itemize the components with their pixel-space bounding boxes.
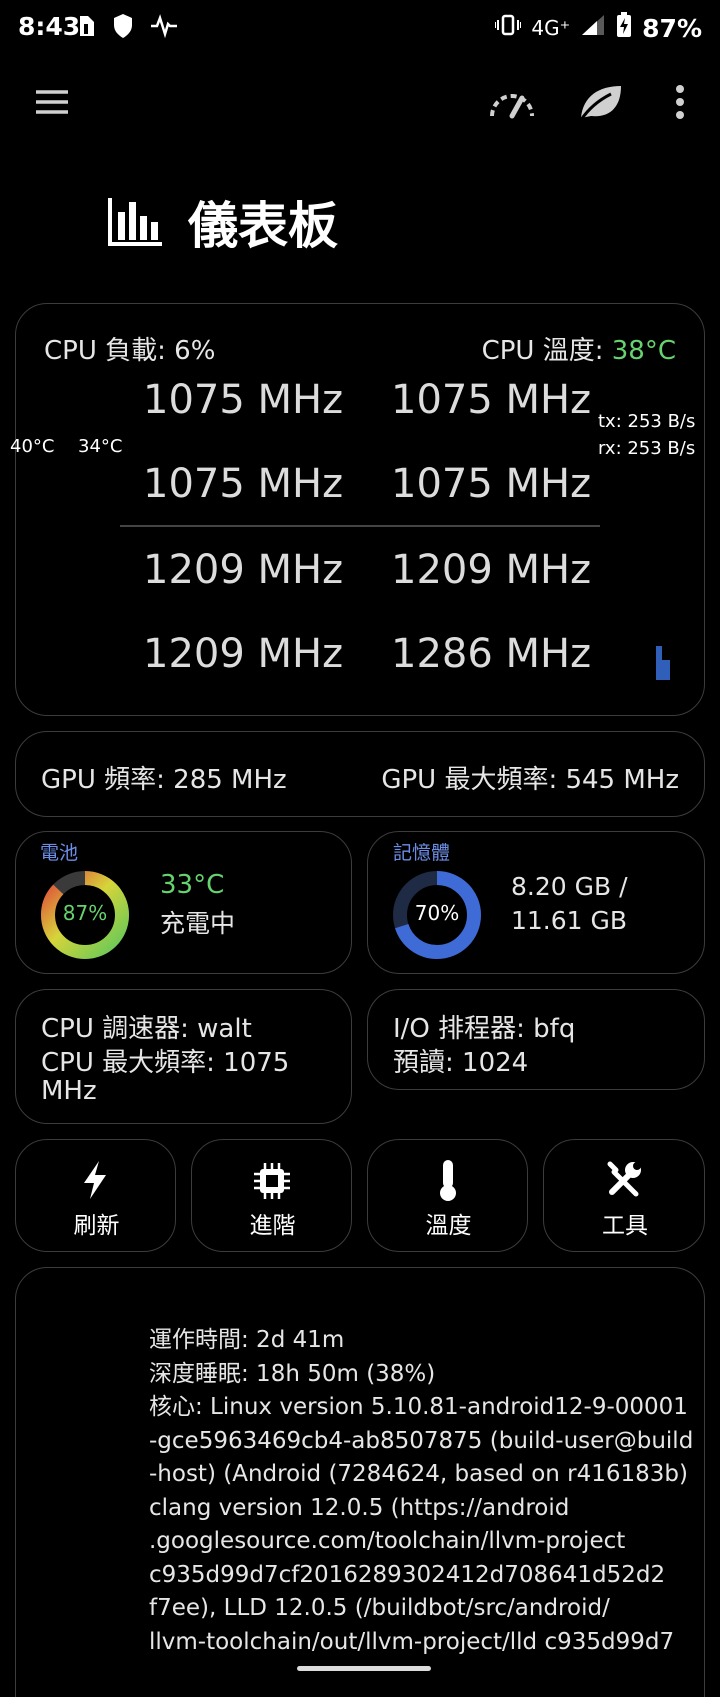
gpu-max-freq: GPU 最大頻率: 545 MHz: [381, 765, 679, 795]
vibrate-icon: [494, 14, 523, 42]
signal-icon: [580, 13, 606, 43]
cluster-divider: [120, 525, 600, 527]
cpu-load-value: 6%: [174, 336, 216, 366]
chip-icon: [253, 1162, 291, 1204]
uptime: 運作時間: 2d 41m: [149, 1327, 345, 1353]
battery-ring: 87%: [40, 870, 130, 960]
cpu-temp: CPU 溫度: 38°C: [482, 330, 676, 367]
gpu-card: GPU 頻率: 285 MHz GPU 最大頻率: 545 MHz: [15, 731, 705, 817]
cpu-load: CPU 負載: 6%: [44, 330, 215, 367]
core-freq: 1209 MHz: [143, 547, 344, 593]
core-freq: 1075 MHz: [143, 377, 344, 423]
kernel-version: -gce5963469cb4-ab8507875 (build-user@bui…: [149, 1427, 694, 1454]
dashboard-icon: [108, 196, 164, 250]
cpu-temp-value: 38°C: [611, 336, 676, 366]
read-ahead: 預讀: 1024: [393, 1048, 529, 1078]
memory-ring: 70%: [392, 870, 482, 960]
network-graph-bars: [656, 646, 672, 684]
advanced-button[interactable]: 進階: [191, 1139, 352, 1252]
activity-icon: [150, 14, 178, 42]
battery-card-title: 電池: [40, 842, 79, 864]
tools-label: 工具: [602, 1213, 648, 1239]
advanced-label: 進階: [249, 1213, 296, 1239]
io-scheduler: I/O 排程器: bfq: [393, 1014, 576, 1044]
memory-used: 8.20 GB /: [511, 872, 628, 901]
memory-percent-label: 70%: [414, 901, 460, 925]
core-freq: 1286 MHz: [391, 631, 592, 677]
core-freq: 1209 MHz: [143, 631, 344, 677]
gesture-nav-handle[interactable]: [297, 1666, 431, 1671]
shield-icon: [112, 13, 134, 43]
deep-sleep: 深度睡眠: 18h 50m (38%): [149, 1360, 436, 1387]
tools-button[interactable]: 工具: [543, 1139, 705, 1252]
memory-card[interactable]: 記憶體 70% 8.20 GB / 11.61 GB: [367, 831, 705, 974]
page-title: 儀表板: [188, 197, 338, 255]
thermometer-icon: [436, 1158, 460, 1206]
cpu-load-label: CPU 負載:: [44, 336, 175, 366]
refresh-label: 刷新: [73, 1213, 120, 1239]
refresh-button[interactable]: 刷新: [15, 1139, 176, 1252]
cpu-temp-label: CPU 溫度:: [481, 336, 612, 366]
temp-reading: 34°C: [78, 436, 123, 457]
kernel-version: f7ee), LLD 12.0.5 (/buildbot/src/android…: [149, 1595, 610, 1621]
core-freq: 1075 MHz: [391, 461, 592, 507]
core-freq: 1075 MHz: [143, 461, 344, 507]
net-rx: rx: 253 B/s: [598, 438, 696, 459]
battery-temp: 33°C: [160, 870, 225, 900]
core-freq: 1209 MHz: [391, 547, 592, 593]
status-time: 8:43: [18, 12, 81, 41]
system-info-text: 運作時間: 2d 41m 深度睡眠: 18h 50m (38%) 核心: Lin…: [149, 1324, 693, 1659]
cpu-governor: CPU 調速器: walt: [41, 1014, 252, 1044]
temperature-label: 溫度: [425, 1213, 472, 1239]
cpu-governor-card[interactable]: CPU 調速器: walt CPU 最大頻率: 1075 MHz: [15, 989, 352, 1124]
kernel-version: clang version 12.0.5 (https://android: [149, 1494, 570, 1521]
network-type: 4G⁺: [531, 16, 571, 40]
net-tx: tx: 253 B/s: [598, 411, 696, 432]
menu-icon[interactable]: [30, 82, 74, 122]
battery-status: 充電中: [160, 909, 236, 938]
cpu-max-freq-unit: MHz: [41, 1076, 97, 1106]
more-options-icon[interactable]: [668, 82, 692, 122]
kernel-version: -host) (Android (7284624, based on r4161…: [149, 1461, 688, 1487]
lightning-icon: [80, 1160, 110, 1204]
memory-total: 11.61 GB: [511, 906, 628, 935]
battery-percent: 87%: [642, 13, 702, 43]
cpu-max-freq: CPU 最大頻率: 1075: [41, 1048, 290, 1078]
memory-card-title: 記憶體: [393, 842, 451, 864]
kernel-version: .googlesource.com/toolchain/llvm-project: [149, 1528, 626, 1554]
kernel-version: c935d99d7cf2016289302412d708641d52d2: [149, 1561, 666, 1588]
battery-card[interactable]: 電池 87% 33°C 充電中: [15, 831, 352, 974]
status-right: 4G⁺ 87%: [494, 12, 702, 44]
temp-reading: 40°C: [10, 436, 55, 457]
sim-icon: [78, 14, 96, 42]
kernel-version: 核心: Linux version 5.10.81-android12-9-00…: [149, 1394, 688, 1420]
io-scheduler-card[interactable]: I/O 排程器: bfq 預讀: 1024: [367, 989, 705, 1090]
tools-icon: [606, 1160, 644, 1202]
cpu-card: CPU 負載: 6% CPU 溫度: 38°C 1075 MHz 1075 MH…: [15, 303, 705, 716]
system-info-card: 運作時間: 2d 41m 深度睡眠: 18h 50m (38%) 核心: Lin…: [15, 1267, 705, 1697]
core-freq: 1075 MHz: [391, 377, 592, 423]
temperature-button[interactable]: 溫度: [367, 1139, 528, 1252]
leaf-icon[interactable]: [574, 78, 626, 126]
battery-charging-icon: [616, 12, 632, 44]
kernel-version: llvm-toolchain/out/llvm-project/lld c935…: [149, 1628, 675, 1655]
gpu-freq: GPU 頻率: 285 MHz: [41, 765, 287, 795]
battery-percent-label: 87%: [62, 901, 108, 925]
speedometer-icon[interactable]: [486, 80, 538, 124]
